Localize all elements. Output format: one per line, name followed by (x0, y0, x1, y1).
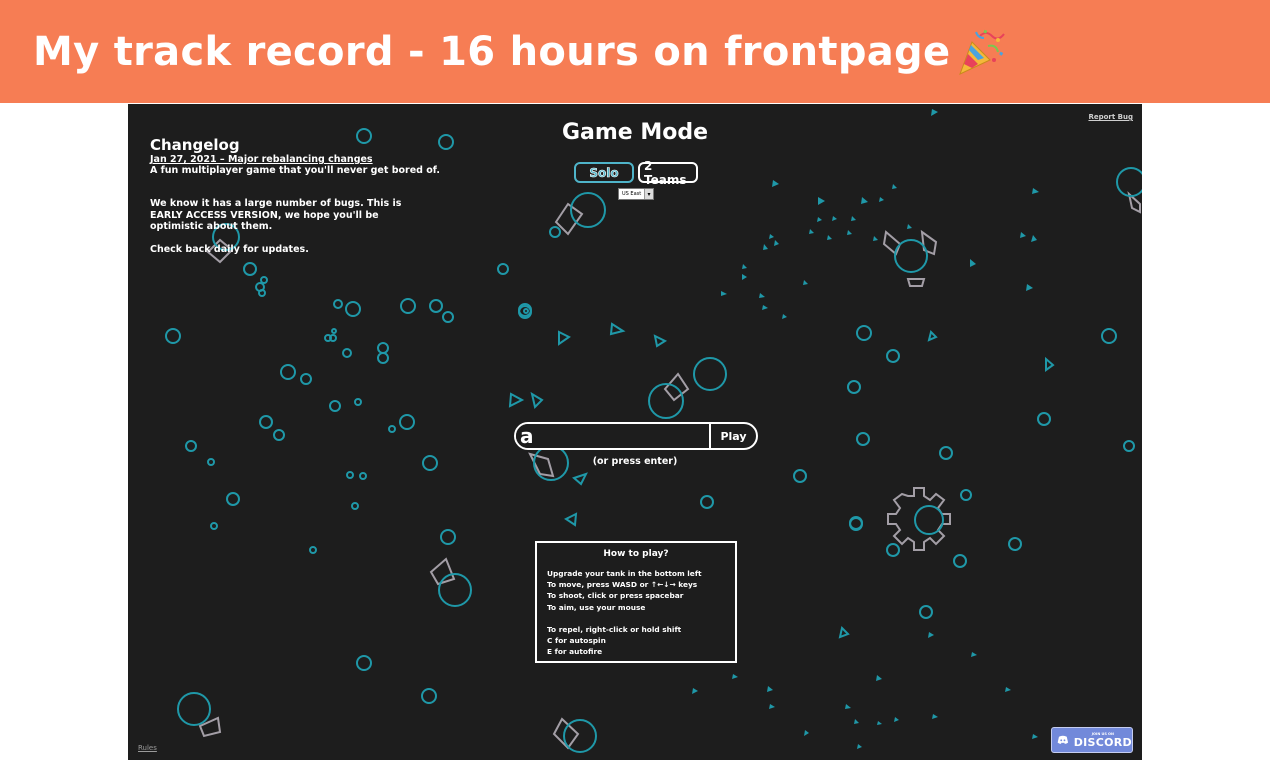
howto-spacer (547, 613, 725, 624)
press-enter-hint: (or press enter) (592, 456, 678, 467)
game-mode-tabs: Solo 2 Teams (574, 159, 698, 187)
howto-line: To move, press WASD or ↑←↓→ keys (547, 580, 698, 590)
banner-title: My track record - 16 hours on frontpage (33, 28, 951, 75)
gear-tank-body (914, 505, 944, 535)
discord-text: JOIN US ON DISCORD (1074, 732, 1132, 749)
name-entry: Play (514, 422, 758, 450)
how-to-play-panel: How to play? Upgrade your tank in the bo… (535, 541, 737, 663)
howto-line: To aim, use your mouse (547, 602, 646, 612)
howto-line: C for autospin (547, 636, 606, 646)
howto-line: Upgrade your tank in the bottom left (547, 569, 702, 578)
howto-line: To repel, right-click or hold shift (547, 625, 682, 634)
how-to-play-title: How to play? (603, 549, 669, 559)
discord-button[interactable]: JOIN US ON DISCORD (1051, 727, 1133, 753)
party-popper-icon (959, 29, 1006, 75)
changelog: Changelog Jan 27, 2021 – Major rebalanci… (150, 136, 450, 255)
changelog-tagline: A fun multiplayer game that you'll never… (150, 165, 441, 176)
changelog-check-back: Check back daily for updates. (150, 243, 309, 255)
howto-line: To shoot, click or press spacebar (547, 591, 684, 601)
region-select-value: US East (622, 191, 642, 197)
howto-line: E for autofire (547, 647, 603, 657)
region-select[interactable]: US East ▾ (618, 188, 654, 200)
game-screen[interactable]: Report Bug Changelog Jan 27, 2021 – Majo… (128, 104, 1142, 760)
solo-mode-button[interactable]: Solo (574, 162, 634, 183)
play-button[interactable]: Play (709, 424, 756, 448)
banner: My track record - 16 hours on frontpage (0, 0, 1270, 103)
game-mode-title: Game Mode (561, 120, 709, 145)
discord-icon (1057, 735, 1069, 744)
name-input[interactable] (516, 424, 709, 448)
changelog-date: Jan 27, 2021 – Major rebalancing changes (150, 154, 373, 165)
changelog-notice: We know it has a large number of bugs. T… (150, 198, 402, 232)
gear-tank (887, 487, 951, 551)
two-teams-mode-button[interactable]: 2 Teams (638, 159, 698, 187)
chevron-down-icon: ▾ (644, 189, 653, 199)
tank-barrels (198, 191, 1141, 750)
discord-label: DISCORD (1073, 735, 1132, 749)
rules-link[interactable]: Rules (138, 744, 157, 752)
